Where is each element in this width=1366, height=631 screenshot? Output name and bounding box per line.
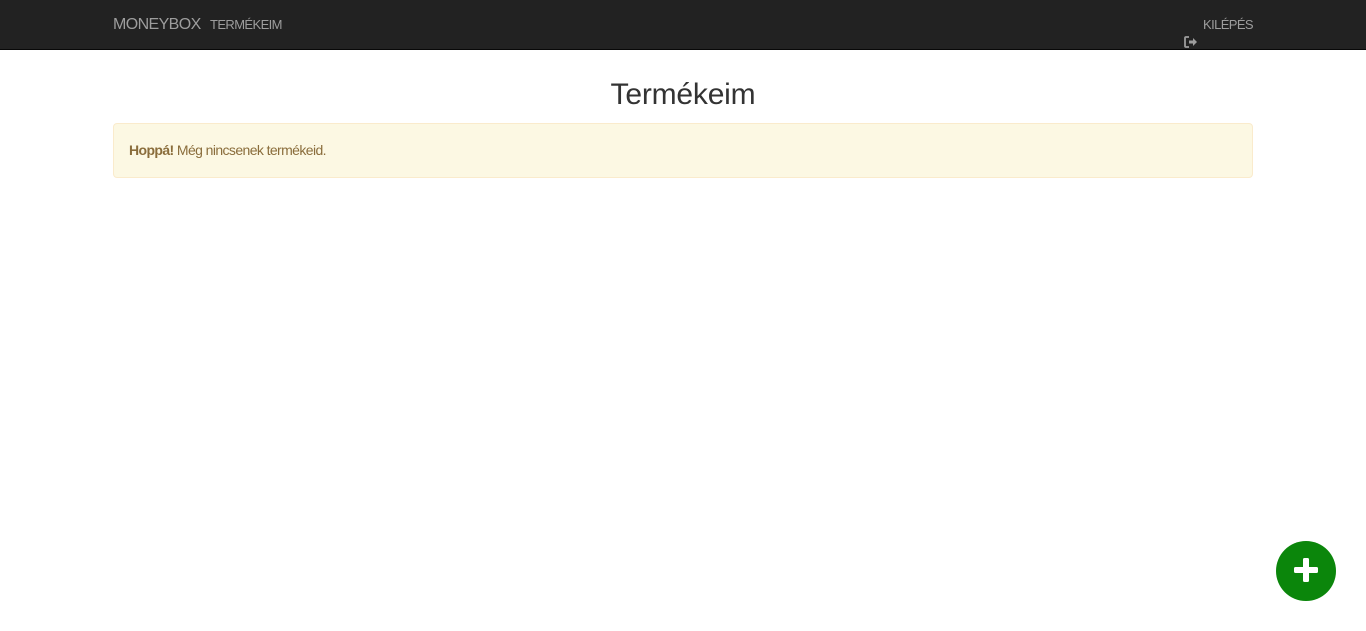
sign-out-icon [1184, 19, 1198, 48]
page-title: Termékeim [610, 78, 756, 111]
brand-link[interactable]: MONEYBOX [113, 0, 201, 50]
alert-message: Még nincsenek termékeid. [173, 142, 327, 158]
logout-label: KILÉPÉS [1203, 17, 1254, 32]
empty-products-alert: Hoppá! Még nincsenek termékeid. [113, 123, 1253, 178]
nav-item-termekeim[interactable]: TERMÉKEIM [210, 0, 282, 50]
alert-strong: Hoppá! [129, 142, 174, 158]
top-navbar: MONEYBOX TERMÉKEIM KILÉPÉS [0, 0, 1366, 50]
add-product-button[interactable] [1276, 541, 1336, 601]
logout-link[interactable]: KILÉPÉS [1184, 0, 1254, 50]
plus-icon [1292, 556, 1320, 587]
